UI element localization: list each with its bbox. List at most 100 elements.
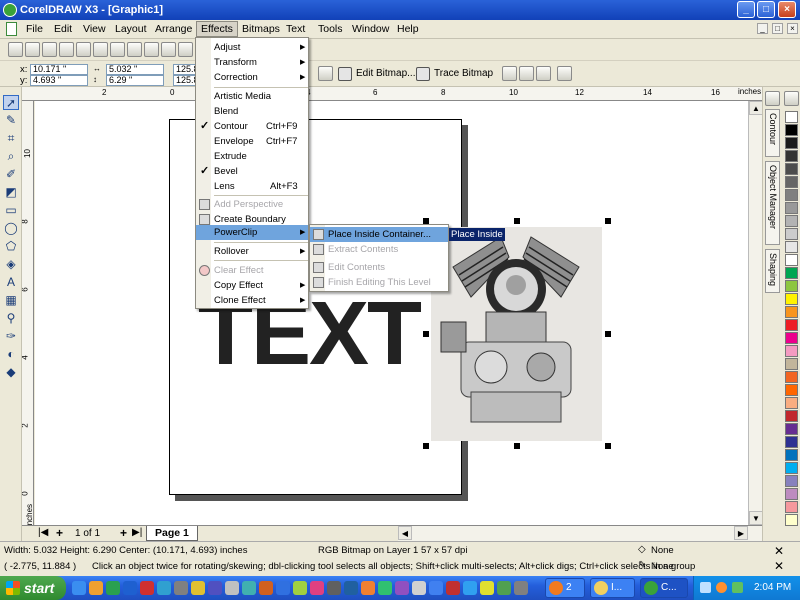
- color-swatch[interactable]: [785, 241, 798, 253]
- copy-icon[interactable]: [93, 42, 108, 57]
- color-swatch[interactable]: [785, 163, 798, 175]
- menu-item-lens[interactable]: Lens Alt+F3: [196, 179, 308, 194]
- bitmap-color-mask-icon[interactable]: [536, 66, 551, 81]
- fill-tool-icon[interactable]: ◐: [3, 347, 19, 362]
- scroll-right-icon[interactable]: ▶: [734, 526, 748, 540]
- quicklaunch-icon[interactable]: [446, 581, 460, 595]
- quicklaunch-icon[interactable]: [395, 581, 409, 595]
- menu-tools[interactable]: Tools: [318, 23, 343, 35]
- menu-effects[interactable]: Effects: [196, 21, 238, 37]
- interactive-blend-icon[interactable]: ▦: [3, 293, 19, 308]
- menu-bitmaps[interactable]: Bitmaps: [242, 23, 280, 35]
- menu-item-clone-effect[interactable]: Clone Effect ▶: [196, 293, 308, 308]
- selection-handle[interactable]: [605, 218, 611, 224]
- rectangle-tool-icon[interactable]: ▭: [3, 203, 19, 218]
- color-swatch[interactable]: [785, 501, 798, 513]
- shape-tool-icon[interactable]: ✎: [3, 113, 19, 128]
- quicklaunch-icon[interactable]: [140, 581, 154, 595]
- color-swatch[interactable]: [785, 176, 798, 188]
- color-swatch[interactable]: [785, 371, 798, 383]
- quicklaunch-icon[interactable]: [327, 581, 341, 595]
- quicklaunch-icon[interactable]: [259, 581, 273, 595]
- color-swatch[interactable]: [785, 280, 798, 292]
- trace-bitmap-button[interactable]: Trace Bitmap: [414, 66, 493, 83]
- mdi-restore-button[interactable]: □: [772, 23, 783, 34]
- scale-x-field[interactable]: 125.8: [173, 64, 199, 75]
- engine-bitmap[interactable]: [431, 227, 602, 441]
- cut-icon[interactable]: [76, 42, 91, 57]
- quicklaunch-icon[interactable]: [497, 581, 511, 595]
- selection-handle[interactable]: [605, 331, 611, 337]
- add-page-after-icon[interactable]: +: [120, 526, 127, 540]
- close-button[interactable]: ×: [778, 1, 796, 18]
- menu-item-contour[interactable]: ✓ Contour Ctrl+F9: [196, 119, 308, 134]
- quicklaunch-icon[interactable]: [174, 581, 188, 595]
- color-swatch[interactable]: [785, 137, 798, 149]
- taskbar-button-firefox[interactable]: 2: [545, 578, 585, 598]
- smart-fill-icon[interactable]: ◩: [3, 185, 19, 200]
- menu-view[interactable]: View: [83, 23, 106, 35]
- color-swatch[interactable]: [785, 267, 798, 279]
- color-swatch[interactable]: [785, 306, 798, 318]
- quicklaunch-icon[interactable]: [89, 581, 103, 595]
- polygon-tool-icon[interactable]: ⬠: [3, 239, 19, 254]
- resample-icon[interactable]: [519, 66, 534, 81]
- pick-tool-icon[interactable]: ➚: [3, 95, 19, 110]
- coreldraw-app-icon[interactable]: [3, 3, 17, 17]
- quicklaunch-icon[interactable]: [72, 581, 86, 595]
- quicklaunch-icon[interactable]: [208, 581, 222, 595]
- print-icon[interactable]: [59, 42, 74, 57]
- menu-item-rollover[interactable]: Rollover ▶: [196, 244, 308, 259]
- menu-help[interactable]: Help: [397, 23, 419, 35]
- add-page-icon[interactable]: +: [56, 526, 63, 540]
- quicklaunch-icon[interactable]: [480, 581, 494, 595]
- palette-scroll-up-icon[interactable]: [784, 91, 799, 106]
- scale-y-field[interactable]: 125.8: [173, 75, 199, 86]
- clock[interactable]: 2:04 PM: [754, 582, 791, 593]
- import-icon[interactable]: [161, 42, 176, 57]
- color-swatch[interactable]: [785, 384, 798, 396]
- quicklaunch-icon[interactable]: [429, 581, 443, 595]
- color-swatch[interactable]: [785, 215, 798, 227]
- scroll-down-icon[interactable]: ▼: [749, 511, 763, 525]
- color-swatch[interactable]: [785, 111, 798, 123]
- basic-shapes-icon[interactable]: ◈: [3, 257, 19, 272]
- color-swatch[interactable]: [785, 410, 798, 422]
- redo-icon[interactable]: [144, 42, 159, 57]
- bitmap-rotate-icon[interactable]: [318, 66, 333, 81]
- color-swatch[interactable]: [785, 488, 798, 500]
- zoom-tool-icon[interactable]: ⌕: [3, 149, 19, 164]
- selection-handle[interactable]: [423, 331, 429, 337]
- tray-app-icon[interactable]: [716, 582, 727, 593]
- document-icon[interactable]: [6, 22, 17, 36]
- network-icon[interactable]: [700, 582, 711, 593]
- color-swatch[interactable]: [785, 514, 798, 526]
- width-field[interactable]: 5.032 ": [106, 64, 164, 75]
- menu-window[interactable]: Window: [352, 23, 389, 35]
- save-icon[interactable]: [42, 42, 57, 57]
- menu-item-powerclip[interactable]: PowerClip ▶: [196, 225, 308, 240]
- quicklaunch-icon[interactable]: [378, 581, 392, 595]
- selection-handle[interactable]: [423, 443, 429, 449]
- interactive-fill-icon[interactable]: ◆: [3, 365, 19, 380]
- color-swatch[interactable]: [785, 358, 798, 370]
- color-swatch[interactable]: [785, 397, 798, 409]
- quicklaunch-icon[interactable]: [157, 581, 171, 595]
- quicklaunch-icon[interactable]: [106, 581, 120, 595]
- crop-tool-icon[interactable]: ⌗: [3, 131, 19, 146]
- color-swatch[interactable]: [785, 332, 798, 344]
- quicklaunch-icon[interactable]: [463, 581, 477, 595]
- quicklaunch-icon[interactable]: [225, 581, 239, 595]
- taskbar-button-coreldraw[interactable]: C...: [640, 578, 688, 598]
- menu-item-adjust[interactable]: Adjust ▶: [196, 40, 308, 55]
- menu-item-place-inside-container[interactable]: Place Inside Container...: [310, 227, 448, 242]
- drawing-canvas[interactable]: TEXT: [35, 101, 762, 525]
- fill-swatch-icon[interactable]: ✕: [774, 544, 784, 558]
- edit-bitmap-button[interactable]: Edit Bitmap...: [336, 66, 415, 83]
- minimize-button[interactable]: _: [737, 1, 755, 18]
- menu-item-blend[interactable]: Blend: [196, 104, 308, 119]
- quicklaunch-icon[interactable]: [412, 581, 426, 595]
- docker-options-icon[interactable]: [765, 91, 780, 106]
- outline-swatch-icon[interactable]: ✕: [774, 559, 784, 573]
- vertical-ruler[interactable]: 10 8 6 4 2 0 inches: [21, 101, 34, 527]
